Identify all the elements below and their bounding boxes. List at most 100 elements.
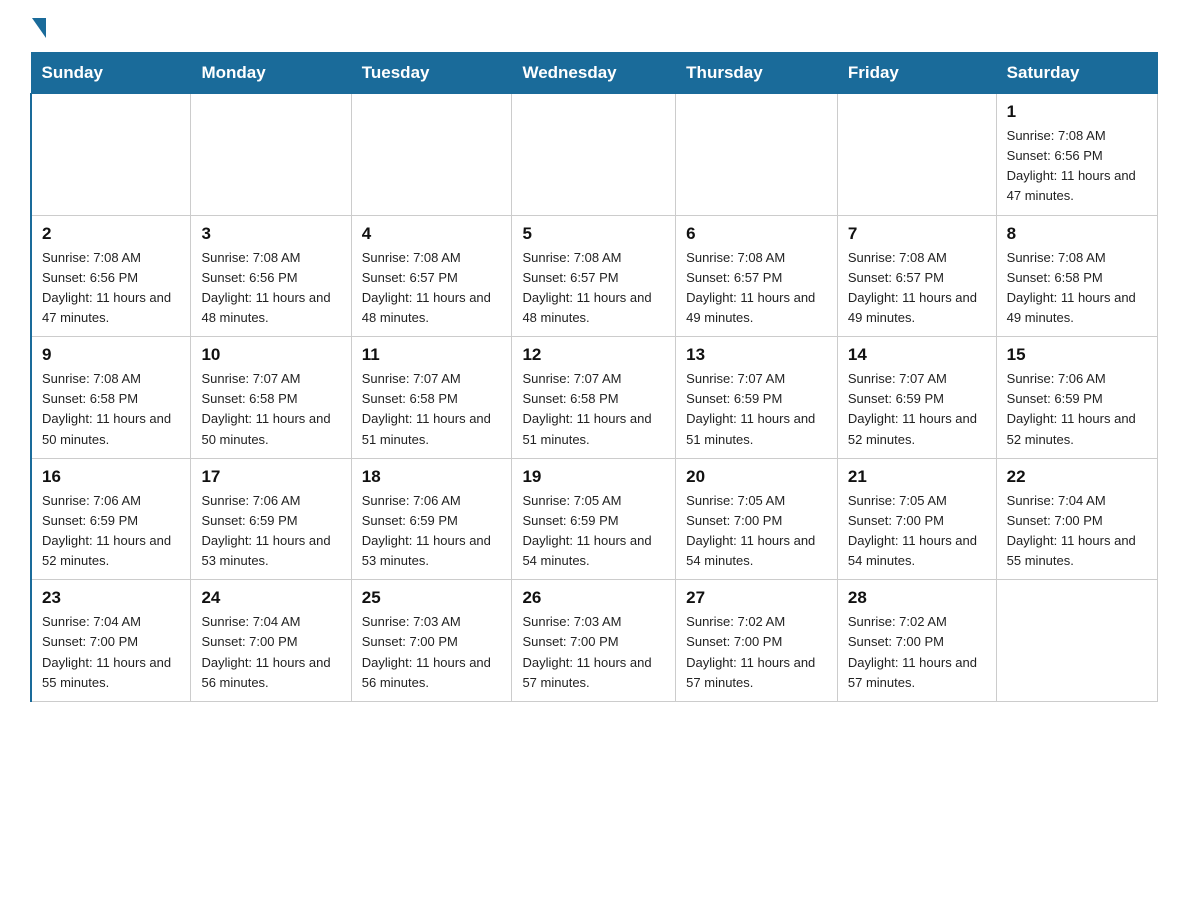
week-row-1: 1 Sunrise: 7:08 AM Sunset: 6:56 PM Daylig… — [31, 94, 1158, 216]
day-number: 26 — [522, 588, 665, 608]
day-info: Sunrise: 7:02 AM Sunset: 7:00 PM Dayligh… — [686, 612, 827, 693]
day-number: 18 — [362, 467, 502, 487]
day-cell — [512, 94, 676, 216]
day-cell — [191, 94, 351, 216]
day-number: 22 — [1007, 467, 1147, 487]
day-number: 4 — [362, 224, 502, 244]
calendar-header: SundayMondayTuesdayWednesdayThursdayFrid… — [31, 53, 1158, 94]
day-number: 27 — [686, 588, 827, 608]
day-cell: 20Sunrise: 7:05 AM Sunset: 7:00 PM Dayli… — [676, 458, 838, 580]
day-number: 12 — [522, 345, 665, 365]
day-number: 24 — [201, 588, 340, 608]
day-cell: 16 Sunrise: 7:06 AM Sunset: 6:59 PM Dayli… — [31, 458, 191, 580]
header-day-sunday: Sunday — [31, 53, 191, 94]
day-info: Sunrise: 7:07 AM Sunset: 6:59 PM Dayligh… — [848, 369, 986, 450]
day-number: 28 — [848, 588, 986, 608]
day-cell: 2 Sunrise: 7:08 AM Sunset: 6:56 PM Daylig… — [31, 215, 191, 337]
day-cell: 8 Sunrise: 7:08 AM Sunset: 6:58 PM Daylig… — [996, 215, 1157, 337]
day-info: Sunrise: 7:06 AM Sunset: 6:59 PM Dayligh… — [1007, 369, 1147, 450]
day-cell: 19 Sunrise: 7:05 AM Sunset: 6:59 PM Dayli… — [512, 458, 676, 580]
day-info: Sunrise: 7:04 AM Sunset: 7:00 PM Dayligh… — [42, 612, 180, 693]
logo-triangle-icon — [32, 18, 46, 38]
day-number: 14 — [848, 345, 986, 365]
day-cell: 28Sunrise: 7:02 AM Sunset: 7:00 PM Dayli… — [837, 580, 996, 702]
page-header — [30, 20, 1158, 34]
day-number: 10 — [201, 345, 340, 365]
day-cell: 1 Sunrise: 7:08 AM Sunset: 6:56 PM Daylig… — [996, 94, 1157, 216]
day-cell: 11 Sunrise: 7:07 AM Sunset: 6:58 PM Dayli… — [351, 337, 512, 459]
day-info: Sunrise: 7:07 AM Sunset: 6:59 PM Dayligh… — [686, 369, 827, 450]
day-cell: 24 Sunrise: 7:04 AM Sunset: 7:00 PM Dayli… — [191, 580, 351, 702]
day-cell: 5 Sunrise: 7:08 AM Sunset: 6:57 PM Daylig… — [512, 215, 676, 337]
day-number: 5 — [522, 224, 665, 244]
day-cell: 25 Sunrise: 7:03 AM Sunset: 7:00 PM Dayli… — [351, 580, 512, 702]
day-info: Sunrise: 7:08 AM Sunset: 6:56 PM Dayligh… — [1007, 126, 1147, 207]
day-cell — [837, 94, 996, 216]
header-day-monday: Monday — [191, 53, 351, 94]
week-row-3: 9Sunrise: 7:08 AM Sunset: 6:58 PM Daylig… — [31, 337, 1158, 459]
header-day-wednesday: Wednesday — [512, 53, 676, 94]
day-number: 16 — [42, 467, 180, 487]
day-info: Sunrise: 7:07 AM Sunset: 6:58 PM Dayligh… — [362, 369, 502, 450]
day-info: Sunrise: 7:06 AM Sunset: 6:59 PM Dayligh… — [42, 491, 180, 572]
day-number: 20 — [686, 467, 827, 487]
day-info: Sunrise: 7:04 AM Sunset: 7:00 PM Dayligh… — [201, 612, 340, 693]
day-info: Sunrise: 7:07 AM Sunset: 6:58 PM Dayligh… — [201, 369, 340, 450]
header-day-thursday: Thursday — [676, 53, 838, 94]
week-row-5: 23 Sunrise: 7:04 AM Sunset: 7:00 PM Dayli… — [31, 580, 1158, 702]
day-number: 7 — [848, 224, 986, 244]
day-info: Sunrise: 7:06 AM Sunset: 6:59 PM Dayligh… — [201, 491, 340, 572]
day-cell: 17 Sunrise: 7:06 AM Sunset: 6:59 PM Dayli… — [191, 458, 351, 580]
day-number: 23 — [42, 588, 180, 608]
day-info: Sunrise: 7:08 AM Sunset: 6:58 PM Dayligh… — [42, 369, 180, 450]
day-number: 1 — [1007, 102, 1147, 122]
day-number: 21 — [848, 467, 986, 487]
day-cell: 10 Sunrise: 7:07 AM Sunset: 6:58 PM Dayli… — [191, 337, 351, 459]
header-row: SundayMondayTuesdayWednesdayThursdayFrid… — [31, 53, 1158, 94]
day-number: 25 — [362, 588, 502, 608]
week-row-2: 2 Sunrise: 7:08 AM Sunset: 6:56 PM Daylig… — [31, 215, 1158, 337]
day-cell: 23 Sunrise: 7:04 AM Sunset: 7:00 PM Dayli… — [31, 580, 191, 702]
day-info: Sunrise: 7:08 AM Sunset: 6:57 PM Dayligh… — [362, 248, 502, 329]
day-info: Sunrise: 7:05 AM Sunset: 7:00 PM Dayligh… — [848, 491, 986, 572]
day-cell: 15 Sunrise: 7:06 AM Sunset: 6:59 PM Dayli… — [996, 337, 1157, 459]
day-info: Sunrise: 7:08 AM Sunset: 6:56 PM Dayligh… — [201, 248, 340, 329]
day-cell: 7Sunrise: 7:08 AM Sunset: 6:57 PM Daylig… — [837, 215, 996, 337]
calendar-body: 1 Sunrise: 7:08 AM Sunset: 6:56 PM Daylig… — [31, 94, 1158, 702]
day-info: Sunrise: 7:07 AM Sunset: 6:58 PM Dayligh… — [522, 369, 665, 450]
day-number: 8 — [1007, 224, 1147, 244]
day-cell — [996, 580, 1157, 702]
day-cell: 6Sunrise: 7:08 AM Sunset: 6:57 PM Daylig… — [676, 215, 838, 337]
day-info: Sunrise: 7:08 AM Sunset: 6:57 PM Dayligh… — [522, 248, 665, 329]
day-info: Sunrise: 7:06 AM Sunset: 6:59 PM Dayligh… — [362, 491, 502, 572]
day-info: Sunrise: 7:08 AM Sunset: 6:56 PM Dayligh… — [42, 248, 180, 329]
header-day-friday: Friday — [837, 53, 996, 94]
day-number: 11 — [362, 345, 502, 365]
day-cell — [31, 94, 191, 216]
day-cell — [676, 94, 838, 216]
week-row-4: 16 Sunrise: 7:06 AM Sunset: 6:59 PM Dayli… — [31, 458, 1158, 580]
day-number: 2 — [42, 224, 180, 244]
day-cell: 22 Sunrise: 7:04 AM Sunset: 7:00 PM Dayli… — [996, 458, 1157, 580]
day-info: Sunrise: 7:05 AM Sunset: 6:59 PM Dayligh… — [522, 491, 665, 572]
day-number: 17 — [201, 467, 340, 487]
day-cell: 12 Sunrise: 7:07 AM Sunset: 6:58 PM Dayli… — [512, 337, 676, 459]
header-day-tuesday: Tuesday — [351, 53, 512, 94]
day-number: 19 — [522, 467, 665, 487]
day-cell: 3 Sunrise: 7:08 AM Sunset: 6:56 PM Daylig… — [191, 215, 351, 337]
day-info: Sunrise: 7:03 AM Sunset: 7:00 PM Dayligh… — [522, 612, 665, 693]
day-number: 6 — [686, 224, 827, 244]
day-number: 3 — [201, 224, 340, 244]
day-cell: 4 Sunrise: 7:08 AM Sunset: 6:57 PM Daylig… — [351, 215, 512, 337]
day-cell: 13Sunrise: 7:07 AM Sunset: 6:59 PM Dayli… — [676, 337, 838, 459]
day-cell: 21 Sunrise: 7:05 AM Sunset: 7:00 PM Dayli… — [837, 458, 996, 580]
day-cell: 18 Sunrise: 7:06 AM Sunset: 6:59 PM Dayli… — [351, 458, 512, 580]
day-cell: 9Sunrise: 7:08 AM Sunset: 6:58 PM Daylig… — [31, 337, 191, 459]
day-info: Sunrise: 7:03 AM Sunset: 7:00 PM Dayligh… — [362, 612, 502, 693]
day-cell — [351, 94, 512, 216]
header-day-saturday: Saturday — [996, 53, 1157, 94]
day-info: Sunrise: 7:08 AM Sunset: 6:58 PM Dayligh… — [1007, 248, 1147, 329]
logo — [30, 20, 46, 34]
day-info: Sunrise: 7:04 AM Sunset: 7:00 PM Dayligh… — [1007, 491, 1147, 572]
day-number: 15 — [1007, 345, 1147, 365]
